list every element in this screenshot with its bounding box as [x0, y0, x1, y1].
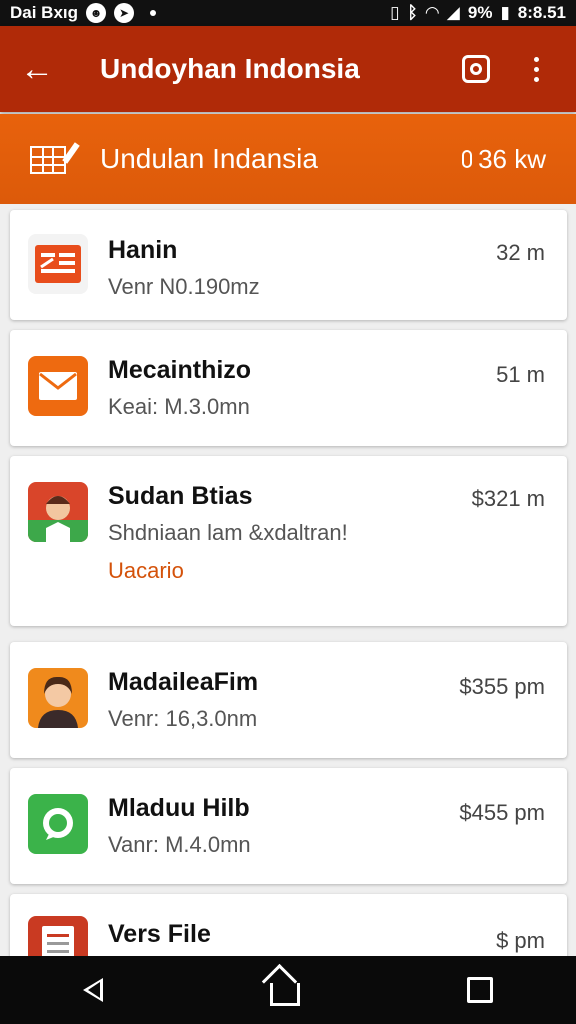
item-name: Mecainthizo: [108, 356, 252, 384]
compass-icon: ➤: [114, 3, 135, 23]
search-icon: [462, 55, 490, 83]
list-item[interactable]: Mladuu Hilb Vanr: M.4.0mn $455 pm: [10, 768, 567, 884]
nav-recents-icon[interactable]: [466, 977, 493, 1003]
status-time: 8:8.51: [517, 3, 566, 22]
item-time: 51 m: [496, 362, 545, 387]
spreadsheet-edit-icon: [30, 142, 80, 176]
page-title: Undoyhan Indonsia: [100, 53, 360, 84]
nav-back-icon[interactable]: [83, 978, 104, 1002]
more-notifications-icon: [150, 10, 157, 16]
envelope-icon: [28, 356, 88, 416]
overflow-menu-button[interactable]: [516, 49, 556, 89]
section-title: Undulan Indansia: [100, 143, 318, 174]
list-item[interactable]: Mecainthizo Keai: M.3.0mn 51 m: [10, 330, 567, 446]
battery-percent: 9%: [467, 3, 493, 22]
list-item[interactable]: Sudan Btias Shdniaan lam &xdaltran! Uaca…: [10, 456, 567, 626]
document-icon: [28, 234, 88, 294]
storage-icon: [462, 150, 473, 168]
more-vert-icon: [533, 56, 539, 82]
download-list: Hanin Venr N0.190mz 32 m Mecainthizo Kea…: [10, 210, 567, 984]
chat-icon: [28, 794, 88, 854]
item-time: $455 pm: [459, 800, 545, 825]
wifi-icon: ◠: [425, 3, 439, 22]
item-name: MadaileaFim: [108, 668, 259, 696]
item-details: Keai: M.3.0mn: [108, 394, 250, 419]
item-time: $355 pm: [459, 674, 545, 699]
system-nav-bar: [0, 956, 576, 1024]
item-name: Vers File: [108, 920, 211, 948]
item-details: Vanr: M.4.0mn: [108, 832, 251, 857]
app-bar: ← Undoyhan Indonsia: [0, 26, 576, 112]
item-details: Shdniaan lam &xdaltran!: [108, 520, 348, 545]
item-name: Mladuu Hilb: [108, 794, 250, 822]
signal-icon: ◢: [446, 3, 460, 22]
back-arrow-icon[interactable]: ←: [20, 50, 84, 89]
avatar-icon: [28, 482, 88, 542]
item-details: Venr: 16,3.0nm: [108, 706, 258, 731]
avatar-icon: [28, 668, 88, 728]
search-button[interactable]: [456, 49, 496, 89]
vibrate-icon: ▯: [390, 3, 400, 22]
item-status: Uacario: [108, 558, 184, 583]
item-time: 32 m: [496, 240, 545, 265]
nav-home-icon[interactable]: [269, 982, 300, 1006]
item-details: Venr N0.190mz: [108, 274, 260, 299]
item-name: Sudan Btias: [108, 482, 253, 510]
total-size: 36 kw: [462, 144, 546, 175]
status-left-text: Dai Bxıg: [10, 3, 79, 22]
status-bar: Dai Bxıg ☻ ➤ ▯ ᛒ ◠ ◢ 9% ▮ 8:8.51: [0, 0, 576, 26]
total-size-value: 36 kw: [478, 143, 546, 174]
notification-icon: ☻: [86, 3, 107, 23]
list-item[interactable]: Hanin Venr N0.190mz 32 m: [10, 210, 567, 320]
item-name: Hanin: [108, 236, 178, 264]
bluetooth-icon: ᛒ: [407, 3, 418, 22]
section-header: Undulan Indansia 36 kw: [0, 114, 576, 204]
list-item[interactable]: MadaileaFim Venr: 16,3.0nm $355 pm: [10, 642, 567, 758]
item-time: $ pm: [496, 928, 545, 953]
item-time: $321 m: [471, 486, 545, 511]
battery-icon: ▮: [500, 3, 510, 22]
